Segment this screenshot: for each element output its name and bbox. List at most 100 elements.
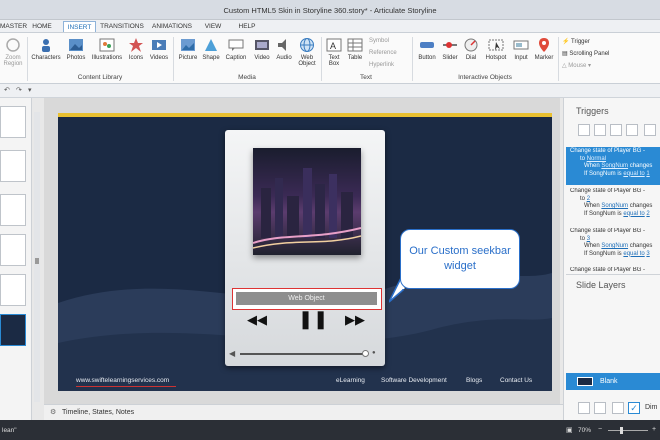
web-object-button[interactable]: Web Object: [296, 37, 318, 67]
trigger-state-link[interactable]: Normal: [587, 156, 606, 162]
dim-checkbox[interactable]: ✓: [628, 402, 640, 414]
customize-icon[interactable]: ▾: [28, 86, 32, 94]
slide-thumbnail-selected[interactable]: [0, 314, 26, 346]
tab-animations[interactable]: ANIMATIONS: [150, 21, 194, 32]
trigger-to: to: [580, 155, 586, 162]
slide-thumbnail-panel: [0, 98, 32, 420]
fit-icon[interactable]: ▣: [566, 426, 573, 434]
slide-thumbnail[interactable]: [0, 150, 26, 182]
zoom-region-button[interactable]: Zoom Region: [1, 37, 25, 67]
video-label: Video: [254, 55, 270, 61]
illustrations-button[interactable]: Illustrations: [89, 37, 125, 61]
trigger-changes: changes: [629, 163, 653, 169]
tab-transitions[interactable]: TRANSITIONS: [100, 21, 144, 32]
copy-trigger-icon[interactable]: [610, 124, 622, 136]
trigger-button[interactable]: ⚡ Trigger: [562, 38, 590, 45]
footer-website: www.swiftelearningservices.com: [76, 377, 170, 384]
album-art-city-image: [252, 148, 362, 255]
slide-thumbnail[interactable]: [0, 106, 26, 138]
table-button[interactable]: Table: [345, 37, 365, 61]
tab-help[interactable]: HELP: [236, 21, 258, 32]
trigger-var-link[interactable]: SongNum: [601, 203, 628, 209]
volume-icon[interactable]: ◀: [229, 349, 235, 358]
zoom-out-icon[interactable]: −: [598, 426, 602, 433]
new-layer-icon[interactable]: [578, 402, 590, 414]
audio-label: Audio: [276, 55, 292, 61]
caption-label: Caption: [225, 55, 247, 61]
edit-trigger-icon[interactable]: [594, 124, 606, 136]
window-title: Custom HTML5 Skin in Storyline 360.story…: [223, 6, 437, 15]
redo-icon[interactable]: ↷: [16, 86, 22, 94]
scrolling-panel-button[interactable]: ▤ Scrolling Panel: [562, 50, 609, 57]
videos-icon: [152, 40, 166, 50]
tab-view[interactable]: VIEW: [202, 21, 224, 32]
delete-layer-icon[interactable]: [612, 402, 624, 414]
hotspot-button[interactable]: Hotspot: [483, 37, 509, 61]
zoom-slider[interactable]: [608, 430, 648, 431]
table-label: Table: [347, 55, 363, 61]
marker-button[interactable]: Marker: [533, 37, 555, 61]
videos-button[interactable]: Videos: [148, 37, 170, 61]
trigger-cond-link[interactable]: equal to: [623, 211, 644, 217]
button-button[interactable]: Button: [414, 37, 440, 61]
trigger-var-link[interactable]: SongNum: [601, 243, 628, 249]
gear-icon: ⚙: [50, 409, 57, 416]
slide-thumbnail[interactable]: [0, 234, 26, 266]
timeline-bar[interactable]: ⚙ Timeline, States, Notes: [44, 404, 563, 420]
symbol-button[interactable]: Symbol: [369, 38, 389, 44]
tab-master[interactable]: MASTER: [0, 21, 27, 32]
trigger-state-link[interactable]: 2: [587, 196, 590, 202]
trigger-cond-link[interactable]: equal to: [623, 171, 644, 177]
slider-button[interactable]: Slider: [440, 37, 460, 61]
audio-button[interactable]: Audio: [273, 37, 295, 61]
duplicate-layer-icon[interactable]: [594, 402, 606, 414]
zoom-slider-thumb[interactable]: [620, 427, 623, 434]
caption-button[interactable]: Caption: [223, 37, 249, 61]
zoom-in-icon[interactable]: +: [652, 426, 656, 433]
trigger-item-selected[interactable]: Change state of Player BG - to Normal Wh…: [566, 147, 660, 185]
slider-icon: [443, 42, 457, 48]
input-button[interactable]: Input: [510, 37, 532, 61]
pause-icon[interactable]: ❚❚: [298, 310, 328, 328]
new-trigger-icon[interactable]: [578, 124, 590, 136]
slide-thumbnail[interactable]: [0, 274, 26, 306]
trigger-cond-link[interactable]: equal to: [623, 251, 644, 257]
slide-thumbnail[interactable]: [0, 194, 26, 226]
delete-trigger-icon[interactable]: [644, 124, 656, 136]
trigger-state-link[interactable]: 3: [587, 236, 590, 242]
volume-knob[interactable]: [362, 350, 369, 357]
undo-icon[interactable]: ↶: [4, 86, 10, 94]
text-box-button[interactable]: A Text Box: [324, 37, 344, 67]
hyperlink-button[interactable]: Hyperlink: [369, 62, 394, 68]
trigger-to: to: [580, 235, 586, 242]
reference-button[interactable]: Reference: [369, 50, 397, 56]
icons-button[interactable]: Icons: [127, 37, 145, 61]
footer-contact: Contact Us: [500, 377, 533, 384]
dial-icon: [464, 38, 478, 52]
video-button[interactable]: Video: [251, 37, 273, 61]
photos-button[interactable]: Photos: [64, 37, 88, 61]
fast-forward-icon[interactable]: ▶▶: [345, 313, 365, 326]
text-group-label: Text: [360, 74, 372, 81]
rewind-icon[interactable]: ◀◀: [247, 313, 267, 326]
trigger-var-link[interactable]: SongNum: [601, 163, 628, 169]
trigger-val-link[interactable]: 2: [646, 211, 649, 217]
trigger-val-link[interactable]: 3: [646, 251, 649, 257]
trigger-item[interactable]: Change state of Player BG - to 2 When So…: [566, 188, 660, 226]
tab-insert[interactable]: INSERT: [63, 21, 96, 32]
shape-button[interactable]: Shape: [200, 37, 222, 61]
tab-home[interactable]: HOME: [27, 21, 57, 32]
paste-trigger-icon[interactable]: [626, 124, 638, 136]
title-bar: Custom HTML5 Skin in Storyline 360.story…: [0, 0, 660, 20]
panel-splitter[interactable]: [34, 112, 40, 402]
picture-button[interactable]: Picture: [176, 37, 200, 61]
trigger-label: Trigger: [571, 39, 590, 45]
volume-slider[interactable]: [240, 350, 369, 357]
trigger-item[interactable]: Change state of Player BG - to 3 When So…: [566, 228, 660, 266]
trigger-val-link[interactable]: 1: [646, 171, 649, 177]
quick-access-toolbar: ↶ ↷ ▾: [0, 84, 660, 98]
seekbar-web-object[interactable]: Web Object: [232, 288, 382, 310]
dial-button[interactable]: Dial: [461, 37, 481, 61]
characters-button[interactable]: Characters: [30, 37, 62, 61]
mouse-button[interactable]: △ Mouse ▾: [562, 62, 591, 69]
